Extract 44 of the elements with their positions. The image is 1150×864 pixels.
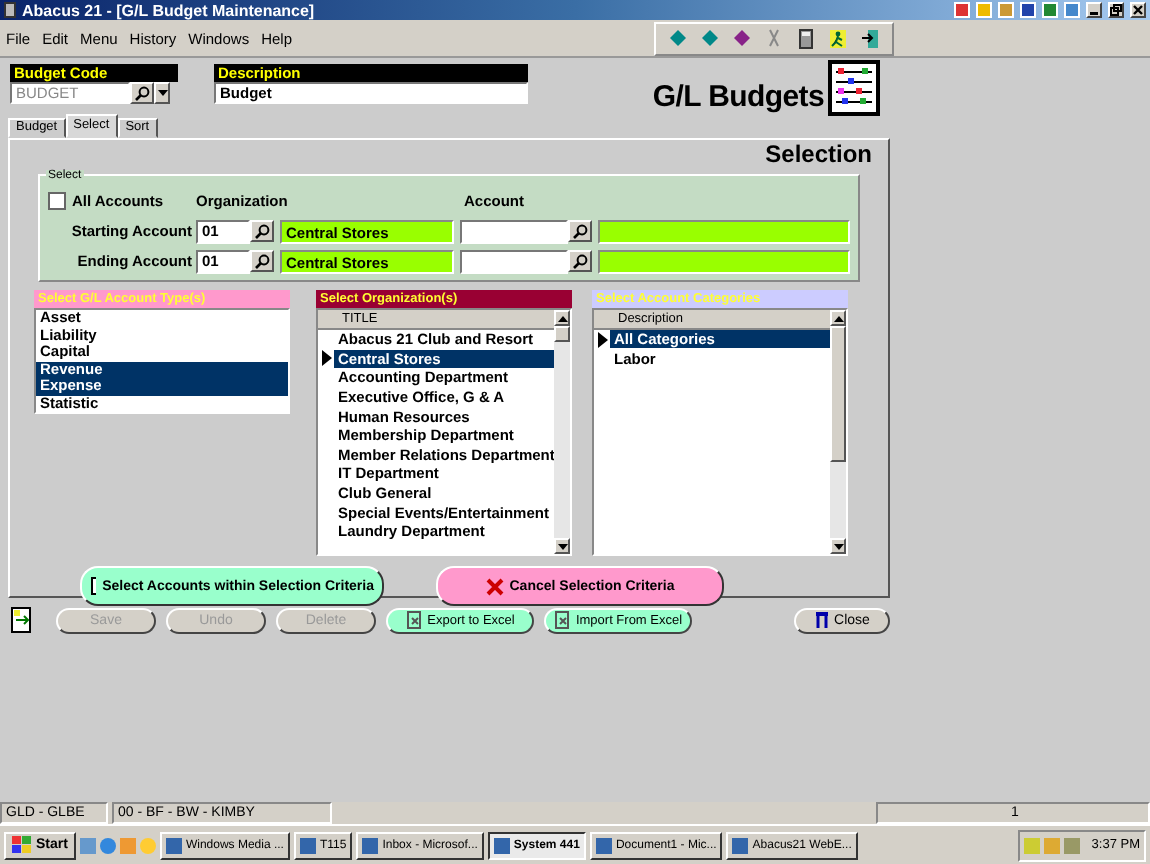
scroll-down-icon[interactable] <box>554 538 570 554</box>
row-pointer-icon <box>597 331 607 348</box>
scroll-down-icon[interactable] <box>830 538 846 554</box>
window-title: Abacus 21 - [G/L Budget Maintenance] <box>22 1 315 19</box>
app-icon <box>299 837 316 853</box>
windows-logo-icon <box>12 836 32 854</box>
calculator-icon[interactable] <box>796 27 816 49</box>
scroll-up-icon[interactable] <box>830 310 846 326</box>
app-icon <box>362 837 379 853</box>
app-icon <box>4 2 16 18</box>
scrollbar[interactable] <box>830 310 846 554</box>
search-icon[interactable] <box>250 220 274 242</box>
account-field[interactable] <box>460 219 568 243</box>
app-icon <box>165 837 182 853</box>
scroll-thumb[interactable] <box>830 326 846 462</box>
diamond-right-icon[interactable] <box>700 28 720 48</box>
scrollbar[interactable] <box>554 310 570 554</box>
search-icon[interactable] <box>250 250 274 272</box>
diamond-left-icon[interactable] <box>668 28 688 48</box>
spreadsheet-icon <box>553 610 572 630</box>
app-icon <box>732 837 749 853</box>
checkbox[interactable] <box>48 192 66 210</box>
scroll-thumb[interactable] <box>554 326 570 342</box>
row-pointer-icon <box>321 350 331 367</box>
page-title: G/L Budgets <box>652 79 824 113</box>
cross-icon <box>485 577 504 595</box>
account-field[interactable] <box>460 249 568 273</box>
abacus-icon <box>828 60 880 116</box>
running-man-icon[interactable] <box>828 27 848 49</box>
search-icon[interactable] <box>130 82 154 104</box>
minimize-icon[interactable] <box>1086 2 1102 18</box>
app-icon <box>493 837 510 853</box>
door-icon <box>814 610 831 630</box>
restore-icon[interactable] <box>1108 2 1124 18</box>
scroll-up-icon[interactable] <box>554 310 570 326</box>
close-icon[interactable] <box>1130 2 1146 18</box>
search-icon[interactable] <box>568 250 592 272</box>
spreadsheet-icon <box>405 610 424 630</box>
search-icon[interactable] <box>568 220 592 242</box>
diamond-icon[interactable] <box>732 28 752 48</box>
dropdown-icon[interactable] <box>154 82 170 104</box>
app-icon <box>595 837 612 853</box>
section-title: Selection <box>765 140 872 168</box>
exit-door-icon[interactable] <box>860 27 880 49</box>
